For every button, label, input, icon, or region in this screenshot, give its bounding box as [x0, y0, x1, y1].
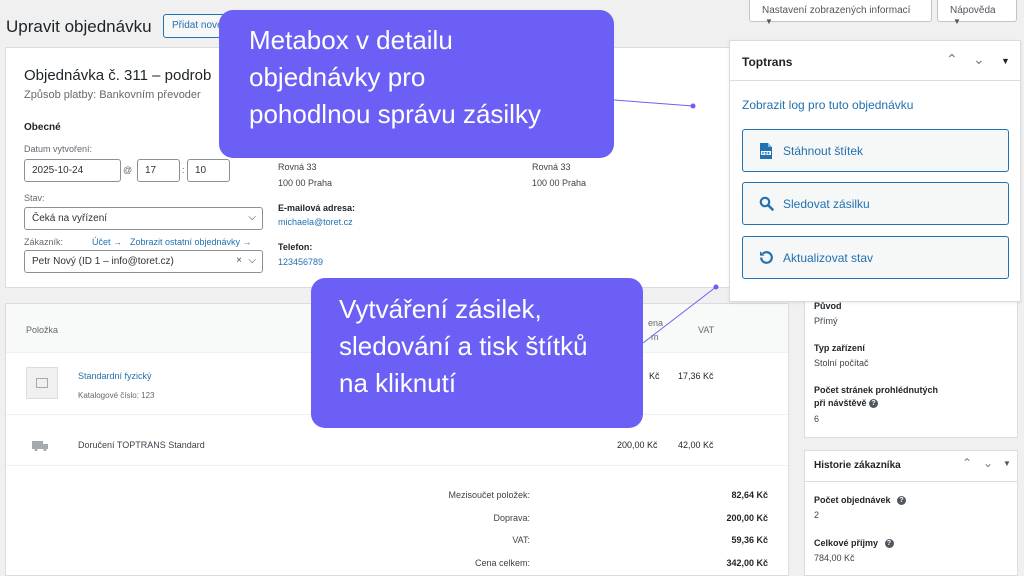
callout-line: sledování a tisk štítků [339, 331, 588, 361]
callout-metabox: Metabox v detailu objednávky pro pohodln… [219, 10, 614, 158]
connector-dot-bottom [713, 284, 719, 290]
connector-line-bottom [642, 286, 717, 344]
connector-line-top [613, 99, 694, 107]
callout-line: Vytváření zásilek, [339, 294, 542, 324]
callout-line: objednávky pro [249, 62, 426, 92]
callout-line: Metabox v detailu [249, 25, 453, 55]
callout-shipments: Vytváření zásilek, sledování a tisk štít… [311, 278, 643, 428]
connector-dot-top [690, 103, 696, 109]
callout-line: na kliknutí [339, 368, 457, 398]
callout-line: pohodlnou správu zásilky [249, 99, 541, 129]
